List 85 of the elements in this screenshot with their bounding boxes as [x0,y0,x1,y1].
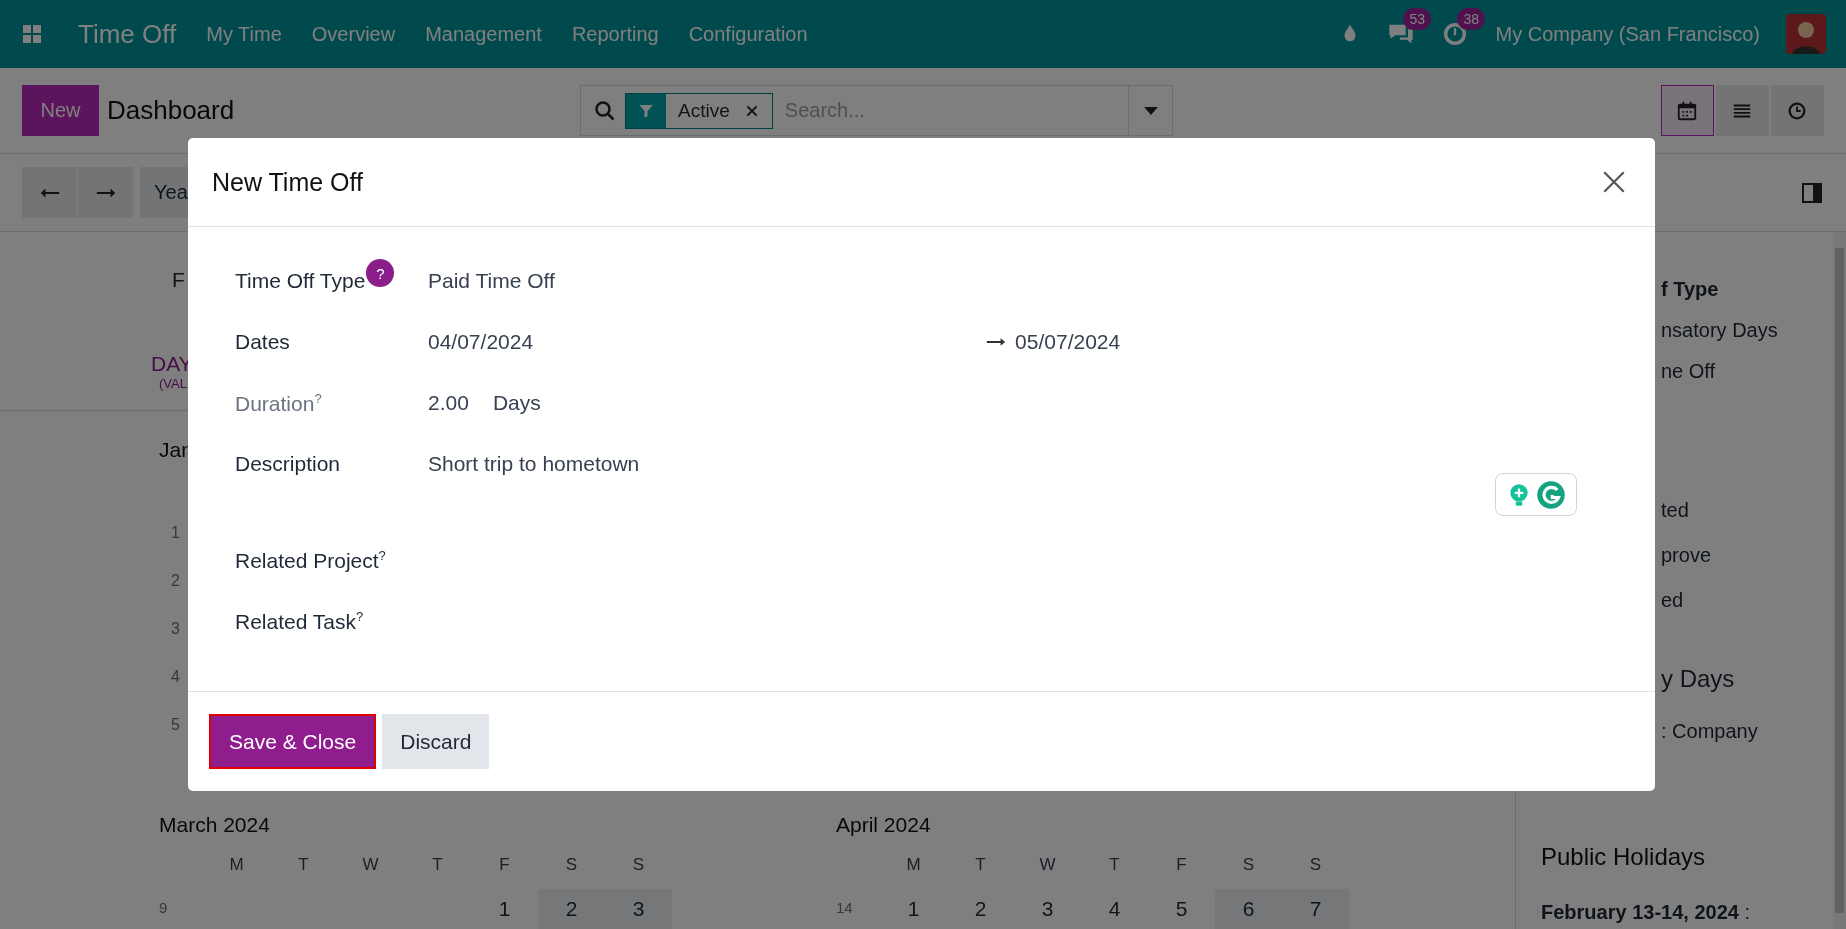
menu-item[interactable]: Overview [311,22,396,46]
weekday-label: S [1308,855,1323,876]
week-number: 1 [171,524,180,544]
legend-item: nsatory Days [1661,319,1778,342]
calendar-day[interactable]: 1 [471,889,538,929]
legend-item: ed [1661,589,1684,612]
menu-item[interactable]: Reporting [571,22,659,46]
week-number: 5 [171,716,180,736]
month-title: April 2024 [836,813,932,837]
app-name[interactable]: Time Off [78,18,177,50]
weekday-label: M [905,855,922,876]
new-button[interactable]: New [22,85,99,136]
calendar-day[interactable]: 6 [1215,889,1282,929]
section-heading: Public Holidays [1541,843,1706,871]
view-button[interactable] [1771,85,1824,136]
field-label: Related Project$^{?}$ [235,548,387,573]
help-badge[interactable]: ? [366,259,395,287]
calendar-icon [1676,99,1699,122]
weekday-label: M [228,855,245,876]
close-icon [1601,169,1627,195]
company-switcher[interactable]: My Company (San Francisco) [1495,22,1760,46]
end-date-field[interactable]: 05/07/2024 [1015,330,1121,354]
calendar-day[interactable]: 2 [947,889,1014,929]
field-label: Description [235,452,342,476]
message-count-badge: 53 [1403,8,1432,30]
duration-field[interactable]: 2.00 [428,391,469,415]
holiday-item: February 13-14, 2024 : [1541,901,1752,924]
field-label: Time Off Type [235,269,366,293]
caret-icon [1143,106,1158,115]
view-button[interactable] [1661,85,1714,136]
summary-heading: F [172,268,185,292]
month-title: March 2024 [159,813,271,837]
view-button[interactable] [1716,85,1769,136]
field-label: Dates [235,330,291,354]
field-label: Duration$^{?}$ [235,391,323,416]
week-number: 4 [171,668,180,688]
calendar-day[interactable]: 2 [538,889,605,929]
discard-button[interactable]: Discard [382,714,490,769]
calendar-day[interactable]: 1 [880,889,947,929]
section-heading: f Type [1661,278,1719,301]
menu-item[interactable]: Management [425,22,542,46]
weekday-label: S [564,855,579,876]
start-date-field[interactable]: 04/07/2024 [428,330,534,354]
weekday-label: T [297,855,310,876]
weekday-label: F [1175,855,1188,876]
save-button[interactable]: Save & Close [209,714,377,769]
week-number: 9 [159,898,169,918]
legend-item: ne Off [1661,360,1716,383]
field-value[interactable]: Short trip to hometown [428,452,640,476]
legend-item: prove [1661,544,1712,567]
page-title: Dashboard [107,95,235,126]
letter-g-icon [1536,479,1566,510]
apps-menu-icon [20,22,44,46]
holiday-item: : Company [1661,720,1758,743]
week-number: 3 [171,620,180,640]
dialog-title: New Time Off [212,167,363,197]
scrollbar[interactable] [1833,232,1846,929]
side-panel-icon [1800,180,1824,205]
assistant-widget[interactable] [1495,473,1577,516]
unit-label: Days [492,391,541,415]
field-value[interactable]: Paid Time Off [428,269,555,293]
menu-item[interactable]: Configuration [688,22,808,46]
calendar-day[interactable]: 4 [1081,889,1148,929]
field-label: Related Task$^{?}$ [235,609,365,634]
avatar[interactable] [1786,14,1826,54]
calendar-day[interactable]: 7 [1282,889,1349,929]
weekday-label: F [498,855,511,876]
menu-item[interactable]: My Time [206,22,282,46]
weekday-label: W [361,855,380,876]
weekday-label: T [974,855,987,876]
calendar-day[interactable]: 3 [605,889,672,929]
summary-note: (VAL [159,376,187,391]
weekday-label: S [631,855,646,876]
weekday-label: T [1108,855,1121,876]
weekday-label: S [1241,855,1256,876]
legend-item: ted [1661,499,1689,522]
section-heading: y Days [1661,665,1735,693]
week-number: 2 [171,572,180,592]
week-number: 14 [836,898,854,918]
activity-count-badge: 38 [1457,8,1486,30]
filter-facet[interactable]: Active [625,92,773,129]
weekday-label: W [1038,855,1057,876]
weekday-label: T [431,855,444,876]
calendar-day[interactable]: 3 [1014,889,1081,929]
calendar-day[interactable]: 5 [1148,889,1215,929]
